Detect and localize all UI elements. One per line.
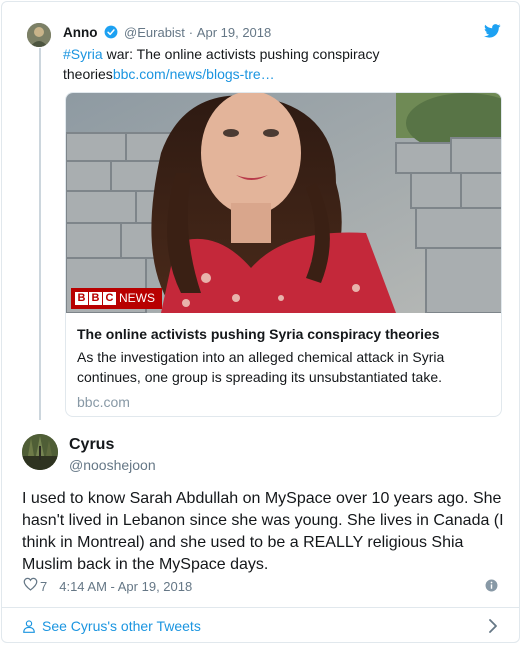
heart-icon[interactable] bbox=[23, 577, 38, 596]
author-handle[interactable]: @Eurabist bbox=[124, 25, 185, 40]
author-handle[interactable]: @nooshejoon bbox=[69, 456, 156, 474]
twitter-bird-icon[interactable] bbox=[484, 24, 501, 38]
see-other-tweets-link[interactable]: See Cyrus's other Tweets bbox=[22, 616, 201, 636]
thread-connector-line bbox=[39, 48, 41, 420]
divider bbox=[2, 607, 519, 608]
author-name[interactable]: Anno bbox=[63, 25, 98, 40]
article-image[interactable]: B B C NEWS bbox=[66, 93, 501, 313]
bbc-logo-letter: B bbox=[89, 292, 102, 305]
quoted-tweet[interactable]: Anno @Eurabist · Apr 19, 2018 #Syria war… bbox=[2, 2, 519, 422]
tweet-text: I used to know Sarah Abdullah on MySpace… bbox=[22, 490, 504, 573]
verified-icon bbox=[104, 25, 118, 44]
link-preview-card[interactable]: B B C NEWS The online activists pushing … bbox=[65, 92, 502, 417]
info-icon[interactable] bbox=[485, 579, 498, 592]
like-count[interactable]: 7 bbox=[40, 578, 47, 596]
tweet-embed-card: Anno @Eurabist · Apr 19, 2018 #Syria war… bbox=[1, 1, 520, 643]
hashtag-link[interactable]: #Syria bbox=[63, 46, 103, 62]
tweet-actions: 7 4:14 AM - Apr 19, 2018 bbox=[23, 577, 192, 596]
author-name[interactable]: Cyrus bbox=[69, 436, 114, 454]
chevron-right-icon[interactable] bbox=[488, 619, 498, 633]
see-other-tweets-label[interactable]: See Cyrus's other Tweets bbox=[42, 616, 201, 636]
tweet-timestamp[interactable]: 4:14 AM - Apr 19, 2018 bbox=[59, 578, 192, 596]
quoted-tweet-text: #Syria war: The online activists pushing… bbox=[63, 44, 483, 84]
article-link[interactable]: bbc.com/news/blogs-tre… bbox=[113, 66, 275, 82]
bbc-logo-letter: B bbox=[75, 292, 88, 305]
quoted-tweet-header: Anno @Eurabist · Apr 19, 2018 bbox=[63, 24, 271, 44]
link-preview-domain: bbc.com bbox=[77, 394, 130, 410]
avatar[interactable] bbox=[22, 434, 58, 470]
bbc-news-logo: B B C NEWS bbox=[71, 288, 162, 309]
person-icon bbox=[23, 619, 35, 633]
meta-separator: · bbox=[188, 25, 194, 40]
bbc-logo-letter: C bbox=[103, 292, 116, 305]
bbc-logo-word: NEWS bbox=[119, 291, 155, 305]
link-preview-title[interactable]: The online activists pushing Syria consp… bbox=[77, 324, 489, 344]
avatar[interactable] bbox=[27, 23, 51, 47]
tweet-date[interactable]: Apr 19, 2018 bbox=[197, 25, 271, 40]
link-preview-body[interactable]: The online activists pushing Syria consp… bbox=[66, 313, 501, 412]
link-preview-description: As the investigation into an alleged che… bbox=[77, 349, 445, 385]
